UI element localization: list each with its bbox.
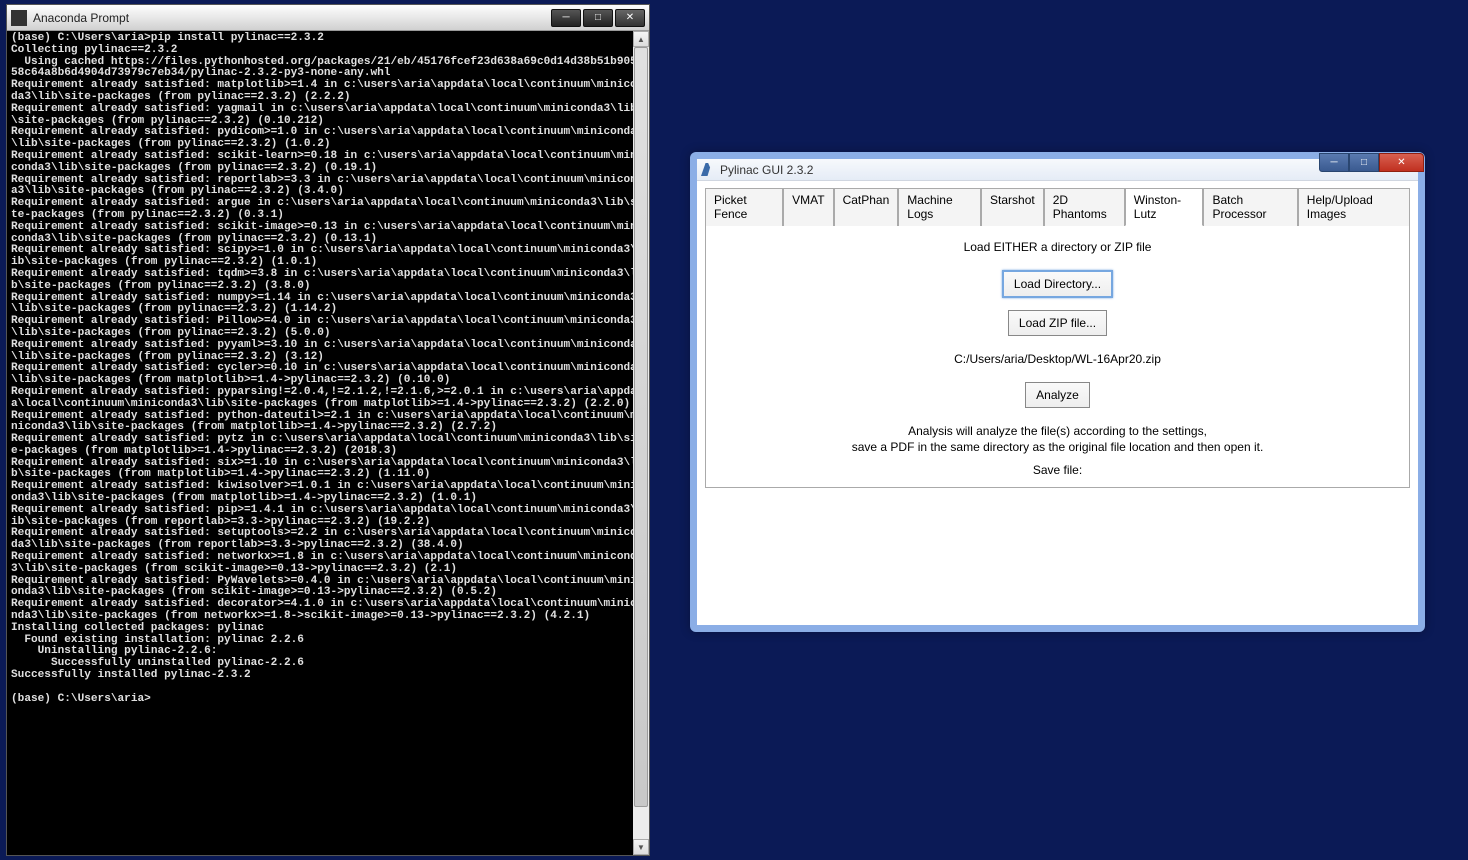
gui-minimize-button[interactable]: ─ [1319,153,1349,172]
tab-catphan[interactable]: CatPhan [834,188,899,226]
terminal-title: Anaconda Prompt [33,11,549,25]
load-zip-button[interactable]: Load ZIP file... [1008,310,1107,336]
maximize-button[interactable]: □ [583,9,613,27]
scroll-up-arrow-icon[interactable]: ▲ [633,31,649,47]
close-button[interactable]: ✕ [615,9,645,27]
load-instruction: Load EITHER a directory or ZIP file [716,240,1399,254]
minimize-button[interactable]: ─ [551,9,581,27]
load-directory-button[interactable]: Load Directory... [1002,270,1113,298]
gui-titlebar[interactable]: Pylinac GUI 2.3.2 [697,159,1418,181]
gui-maximize-button[interactable]: □ [1349,153,1379,172]
scroll-down-arrow-icon[interactable]: ▼ [633,839,649,855]
tab-starshot[interactable]: Starshot [981,188,1044,226]
pylinac-gui-window: ─ □ ✕ Pylinac GUI 2.3.2 Picket FenceVMAT… [690,152,1425,632]
tab-bar: Picket FenceVMATCatPhanMachine LogsStars… [705,187,1410,226]
terminal-scrollbar[interactable]: ▲ ▼ [633,31,649,855]
tab-content-winston-lutz: Load EITHER a directory or ZIP file Load… [705,226,1410,488]
tab-batch-processor[interactable]: Batch Processor [1203,188,1297,226]
scroll-thumb[interactable] [634,47,648,807]
terminal-titlebar[interactable]: Anaconda Prompt ─ □ ✕ [7,5,649,31]
tab-vmat[interactable]: VMAT [783,188,833,226]
terminal-icon [11,10,27,26]
selected-file-path: C:/Users/aria/Desktop/WL-16Apr20.zip [716,352,1399,366]
gui-title: Pylinac GUI 2.3.2 [720,163,1414,177]
analysis-help-text: Analysis will analyze the file(s) accord… [716,424,1399,455]
gui-close-button[interactable]: ✕ [1379,153,1424,172]
tk-feather-icon [701,163,714,176]
tab-machine-logs[interactable]: Machine Logs [898,188,981,226]
tab-picket-fence[interactable]: Picket Fence [705,188,783,226]
tab-2d-phantoms[interactable]: 2D Phantoms [1044,188,1125,226]
tab-winston-lutz[interactable]: Winston-Lutz [1125,188,1204,226]
save-file-label: Save file: [716,463,1399,477]
tab-help-upload-images[interactable]: Help/Upload Images [1298,188,1410,226]
terminal-window: Anaconda Prompt ─ □ ✕ (base) C:\Users\ar… [6,4,650,856]
analyze-button[interactable]: Analyze [1025,382,1090,408]
terminal-output[interactable]: (base) C:\Users\aria>pip install pylinac… [7,31,649,855]
